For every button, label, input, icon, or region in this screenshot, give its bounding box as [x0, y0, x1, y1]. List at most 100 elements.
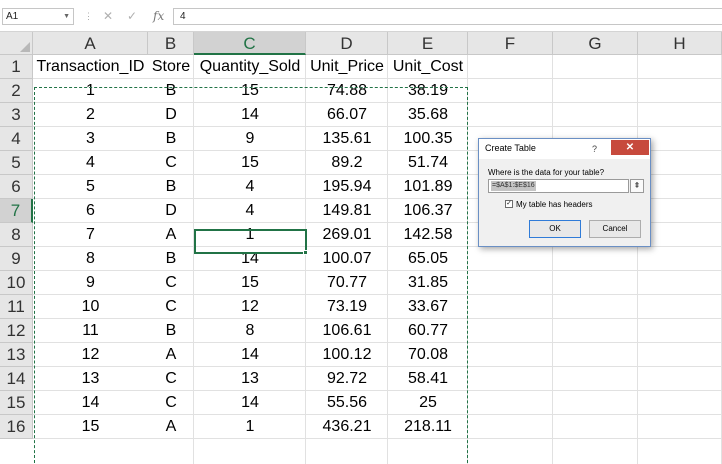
cell-d16[interactable]: 436.21	[306, 415, 388, 439]
row-header-13[interactable]: 13	[0, 343, 33, 367]
cell-d12[interactable]: 106.61	[306, 319, 388, 343]
cell-a1[interactable]: Transaction_ID	[33, 55, 148, 79]
cell-b7[interactable]: D	[148, 199, 194, 223]
range-input[interactable]: =$A$1:$E$16	[488, 179, 629, 193]
cell-d5[interactable]: 89.2	[306, 151, 388, 175]
cancel-button[interactable]: Cancel	[589, 220, 641, 238]
cancel-icon[interactable]: ✕	[103, 8, 113, 24]
headers-checkbox[interactable]: ✓	[505, 200, 513, 208]
cell-a12[interactable]: 11	[33, 319, 148, 343]
cell-c2[interactable]: 15	[194, 79, 306, 103]
cell-a10[interactable]: 9	[33, 271, 148, 295]
row-header-11[interactable]: 11	[0, 295, 33, 319]
cell-d13[interactable]: 100.12	[306, 343, 388, 367]
ok-button[interactable]: OK	[529, 220, 581, 238]
cell-e16[interactable]: 218.11	[388, 415, 468, 439]
cell-b16[interactable]: A	[148, 415, 194, 439]
cell-b14[interactable]: C	[148, 367, 194, 391]
cell-d14[interactable]: 92.72	[306, 367, 388, 391]
column-header-g[interactable]: G	[553, 32, 638, 55]
insert-function-icon[interactable]: fx	[153, 8, 164, 24]
cell-a3[interactable]: 2	[33, 103, 148, 127]
formula-input[interactable]: 4	[173, 8, 722, 25]
cell-d3[interactable]: 66.07	[306, 103, 388, 127]
cell-c3[interactable]: 14	[194, 103, 306, 127]
cell-d6[interactable]: 195.94	[306, 175, 388, 199]
collapse-dialog-button[interactable]: ⇞	[630, 179, 644, 193]
cell-d4[interactable]: 135.61	[306, 127, 388, 151]
cell-a16[interactable]: 15	[33, 415, 148, 439]
cell-d8[interactable]: 269.01	[306, 223, 388, 247]
cell-b1[interactable]: Store	[148, 55, 194, 79]
cell-c14[interactable]: 13	[194, 367, 306, 391]
cell-a7[interactable]: 6	[33, 199, 148, 223]
cell-e2[interactable]: 38.19	[388, 79, 468, 103]
row-header-1[interactable]: 1	[0, 55, 33, 79]
cell-a15[interactable]: 14	[33, 391, 148, 415]
help-icon[interactable]: ?	[592, 144, 597, 154]
cell-c13[interactable]: 14	[194, 343, 306, 367]
cell-c4[interactable]: 9	[194, 127, 306, 151]
cell-e8[interactable]: 142.58	[388, 223, 468, 247]
cell-e11[interactable]: 33.67	[388, 295, 468, 319]
cell-d11[interactable]: 73.19	[306, 295, 388, 319]
fill-handle[interactable]	[303, 250, 308, 255]
cell-a5[interactable]: 4	[33, 151, 148, 175]
dialog-titlebar[interactable]: Create Table ? ✕	[479, 139, 650, 159]
cell-b12[interactable]: B	[148, 319, 194, 343]
spreadsheet-grid[interactable]: ABCDEFGH 1 2 3 4 5 6 7 8 9 10 11 12 13 14 15 16 Transac…	[0, 32, 722, 464]
cell-a8[interactable]: 7	[33, 223, 148, 247]
cell-b4[interactable]: B	[148, 127, 194, 151]
chevron-down-icon[interactable]: ▼	[63, 9, 70, 24]
cell-b11[interactable]: C	[148, 295, 194, 319]
headers-checkbox-label[interactable]: My table has headers	[516, 200, 593, 209]
cell-b5[interactable]: C	[148, 151, 194, 175]
cell-d15[interactable]: 55.56	[306, 391, 388, 415]
cell-d2[interactable]: 74.88	[306, 79, 388, 103]
name-box[interactable]: A1 ▼	[2, 8, 74, 25]
cell-c8[interactable]: 1	[194, 223, 306, 247]
cell-e13[interactable]: 70.08	[388, 343, 468, 367]
cell-b8[interactable]: A	[148, 223, 194, 247]
row-header-8[interactable]: 8	[0, 223, 33, 247]
row-header-14[interactable]: 14	[0, 367, 33, 391]
cell-e10[interactable]: 31.85	[388, 271, 468, 295]
cell-a2[interactable]: 1	[33, 79, 148, 103]
cell-c5[interactable]: 15	[194, 151, 306, 175]
cell-a4[interactable]: 3	[33, 127, 148, 151]
column-header-f[interactable]: F	[468, 32, 553, 55]
cell-d10[interactable]: 70.77	[306, 271, 388, 295]
cell-c16[interactable]: 1	[194, 415, 306, 439]
cell-b10[interactable]: C	[148, 271, 194, 295]
cell-b3[interactable]: D	[148, 103, 194, 127]
cell-e9[interactable]: 65.05	[388, 247, 468, 271]
cell-d1[interactable]: Unit_Price	[306, 55, 388, 79]
enter-icon[interactable]: ✓	[127, 8, 137, 24]
row-header-5[interactable]: 5	[0, 151, 33, 175]
row-header-2[interactable]: 2	[0, 79, 33, 103]
cell-e1[interactable]: Unit_Cost	[388, 55, 468, 79]
column-header-e[interactable]: E	[388, 32, 468, 55]
row-header-15[interactable]: 15	[0, 391, 33, 415]
cell-e6[interactable]: 101.89	[388, 175, 468, 199]
cell-c15[interactable]: 14	[194, 391, 306, 415]
cell-e3[interactable]: 35.68	[388, 103, 468, 127]
column-header-c[interactable]: C	[194, 32, 306, 55]
cell-e7[interactable]: 106.37	[388, 199, 468, 223]
cell-e14[interactable]: 58.41	[388, 367, 468, 391]
cell-e5[interactable]: 51.74	[388, 151, 468, 175]
cell-c7[interactable]: 4	[194, 199, 306, 223]
column-header-a[interactable]: A	[33, 32, 148, 55]
cell-d7[interactable]: 149.81	[306, 199, 388, 223]
cell-d9[interactable]: 100.07	[306, 247, 388, 271]
cell-b13[interactable]: A	[148, 343, 194, 367]
cell-e4[interactable]: 100.35	[388, 127, 468, 151]
cell-c10[interactable]: 15	[194, 271, 306, 295]
row-header-10[interactable]: 10	[0, 271, 33, 295]
select-all-button[interactable]	[0, 32, 33, 55]
cell-b15[interactable]: C	[148, 391, 194, 415]
column-header-b[interactable]: B	[148, 32, 194, 55]
cell-a11[interactable]: 10	[33, 295, 148, 319]
column-header-d[interactable]: D	[306, 32, 388, 55]
cell-c1[interactable]: Quantity_Sold	[194, 55, 306, 79]
